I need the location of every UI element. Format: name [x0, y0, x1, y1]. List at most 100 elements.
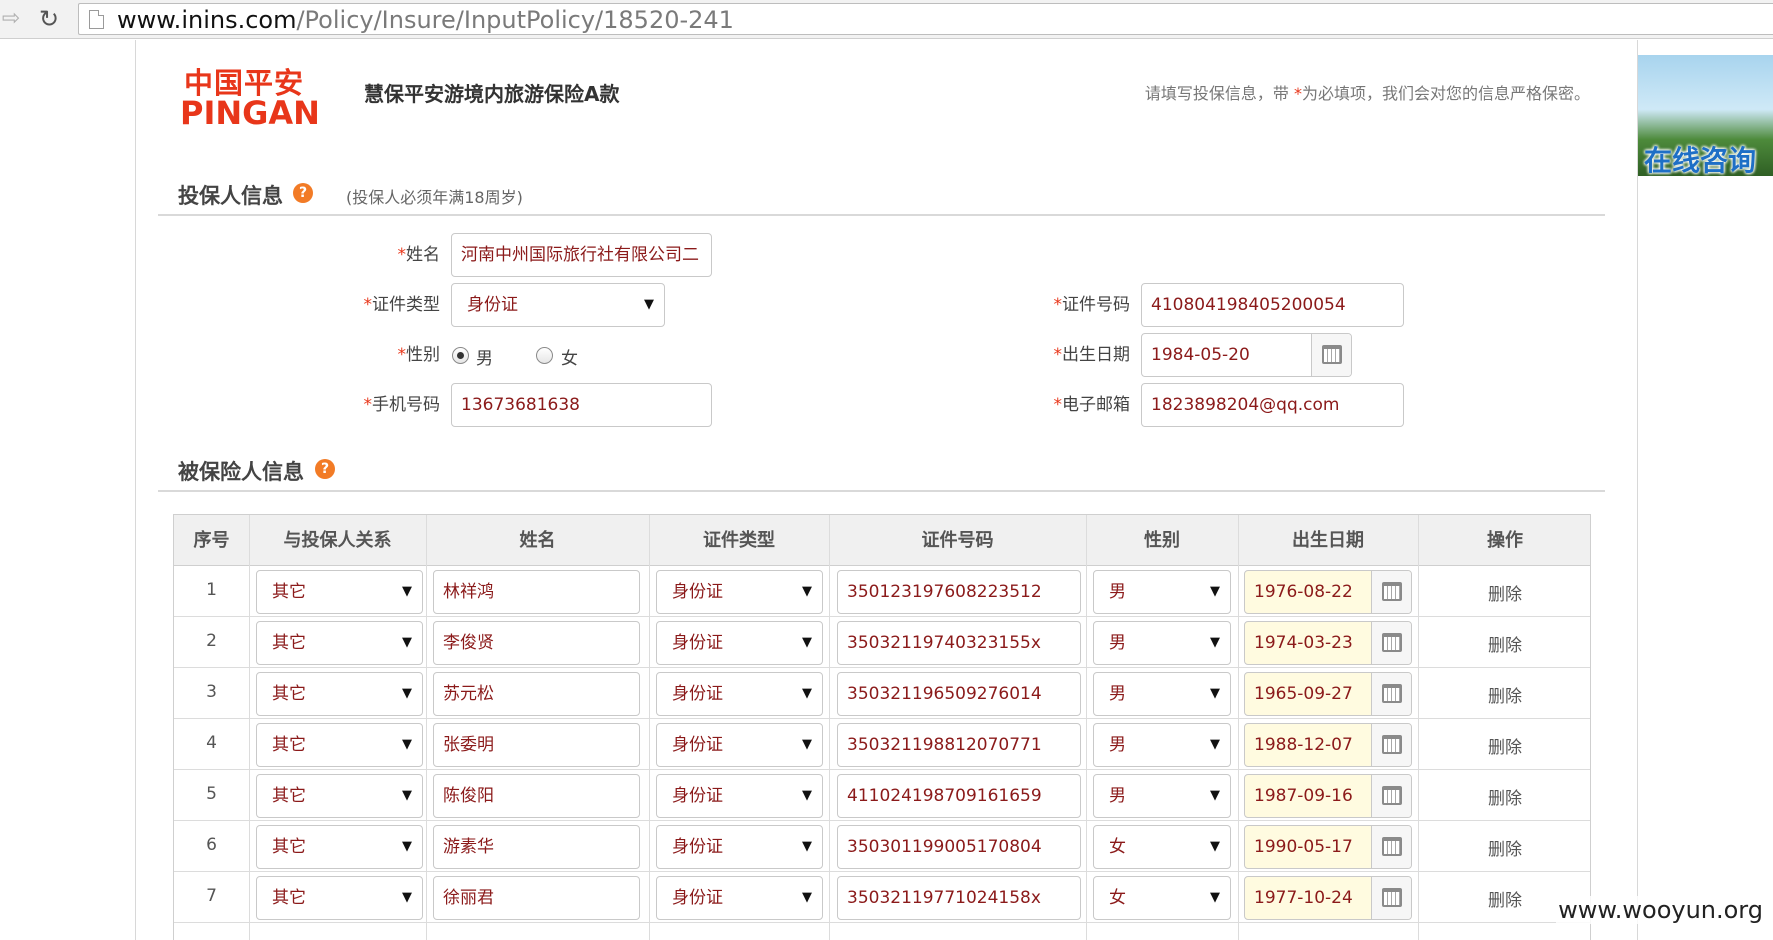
id-type-value: 身份证	[672, 888, 723, 908]
relation-select[interactable]: 其它 ▼	[256, 825, 423, 869]
reload-icon[interactable]: ↻	[36, 6, 62, 32]
delete-link[interactable]: 删除	[1418, 784, 1590, 809]
help-icon[interactable]: ?	[315, 459, 335, 479]
insured-birth-date[interactable]: 1988-12-07	[1244, 723, 1412, 767]
insured-birth-date[interactable]: 1974-03-23	[1244, 621, 1412, 665]
insured-name-input[interactable]: 林祥鸿	[433, 570, 640, 614]
applicant-phone-input[interactable]: 13673681638	[451, 383, 712, 427]
insured-birth-date[interactable]: 1990-05-17	[1244, 825, 1412, 869]
dropdown-arrow-icon: ▼	[1210, 788, 1220, 803]
applicant-birth-date[interactable]: 1984-05-20	[1141, 333, 1352, 377]
address-bar[interactable]: www.inins.com/Policy/Insure/InputPolicy/…	[78, 3, 1773, 35]
insured-gender-select[interactable]: 男 ▼	[1093, 672, 1231, 716]
birth-date-value[interactable]: 1974-03-23	[1245, 622, 1362, 664]
birth-date-value[interactable]: 1976-08-22	[1245, 571, 1362, 613]
insured-birth-date[interactable]: 1987-09-16	[1244, 774, 1412, 818]
insured-table-header: 序号 与投保人关系 姓名 证件类型 证件号码 性别 出生日期 操作	[174, 515, 1590, 566]
gender-male-label[interactable]: 男	[476, 344, 493, 369]
gender-male-radio[interactable]	[452, 347, 469, 364]
product-title: 慧保平安游境内旅游保险A款	[364, 82, 620, 106]
applicant-email-input[interactable]: 1823898204@qq.com	[1141, 383, 1404, 427]
insured-gender-select[interactable]: 男 ▼	[1093, 723, 1231, 767]
relation-select[interactable]: 其它 ▼	[256, 621, 423, 665]
insured-birth-date[interactable]: 1965-09-27	[1244, 672, 1412, 716]
relation-select[interactable]: 其它 ▼	[256, 570, 423, 614]
online-consult-banner[interactable]: 在线咨询	[1638, 55, 1773, 176]
row-divider	[174, 922, 1590, 923]
insured-birth-date[interactable]: 1977-10-24	[1244, 876, 1412, 920]
delete-link[interactable]: 删除	[1418, 580, 1590, 605]
calendar-button[interactable]	[1371, 622, 1411, 664]
table-row: 6 其它 ▼ 游素华 身份证 ▼ 350301199005170804 女 ▼ 1990-05-1…	[174, 821, 1590, 872]
insured-id-type-select[interactable]: 身份证 ▼	[656, 621, 823, 665]
insured-name-input[interactable]: 游素华	[433, 825, 640, 869]
row-divider	[174, 769, 1590, 770]
back-arrow-icon[interactable]: ⇨	[0, 6, 22, 32]
online-consult-label: 在线咨询	[1644, 144, 1757, 176]
insured-name-input[interactable]: 张委明	[433, 723, 640, 767]
dropdown-arrow-icon: ▼	[802, 788, 812, 803]
insured-id-number-input[interactable]: 350123197608223512	[837, 570, 1081, 614]
relation-select[interactable]: 其它 ▼	[256, 672, 423, 716]
relation-select[interactable]: 其它 ▼	[256, 876, 423, 920]
dropdown-arrow-icon: ▼	[1210, 584, 1220, 599]
birth-date-value[interactable]: 1977-10-24	[1245, 877, 1362, 919]
delete-link[interactable]: 删除	[1418, 631, 1590, 656]
applicant-id-type-select[interactable]: 身份证 ▼	[451, 283, 665, 327]
calendar-button[interactable]	[1371, 775, 1411, 817]
birth-date-value[interactable]: 1984-05-20	[1142, 334, 1259, 376]
table-row: 7 其它 ▼ 徐丽君 身份证 ▼ 35032119771024158x 女 ▼ 1977-10-2…	[174, 872, 1590, 923]
insured-id-number-input[interactable]: 411024198709161659	[837, 774, 1081, 818]
insured-id-type-select[interactable]: 身份证 ▼	[656, 723, 823, 767]
insured-id-number-input[interactable]: 350321198812070771	[837, 723, 1081, 767]
column-divider	[249, 515, 250, 940]
insured-gender-select[interactable]: 女 ▼	[1093, 876, 1231, 920]
insured-name-input[interactable]: 李俊贤	[433, 621, 640, 665]
insured-id-number-input[interactable]: 350301199005170804	[837, 825, 1081, 869]
calendar-button[interactable]	[1371, 571, 1411, 613]
insured-gender-select[interactable]: 男 ▼	[1093, 621, 1231, 665]
insured-id-type-select[interactable]: 身份证 ▼	[656, 825, 823, 869]
insured-name-input[interactable]: 徐丽君	[433, 876, 640, 920]
table-row: 5 其它 ▼ 陈俊阳 身份证 ▼ 411024198709161659 男 ▼ 1987-09-1…	[174, 770, 1590, 821]
insured-id-type-select[interactable]: 身份证 ▼	[656, 570, 823, 614]
url-text[interactable]: www.inins.com/Policy/Insure/InputPolicy/…	[117, 5, 734, 35]
birth-date-value[interactable]: 1965-09-27	[1245, 673, 1362, 715]
column-divider	[829, 515, 830, 940]
calendar-button[interactable]	[1371, 877, 1411, 919]
birth-date-value[interactable]: 1990-05-17	[1245, 826, 1362, 868]
delete-link[interactable]: 删除	[1418, 733, 1590, 758]
applicant-name-input[interactable]: 河南中州国际旅行社有限公司二	[451, 233, 712, 277]
calendar-button[interactable]	[1311, 334, 1351, 376]
insured-id-number-input[interactable]: 35032119771024158x	[837, 876, 1081, 920]
relation-select[interactable]: 其它 ▼	[256, 774, 423, 818]
birth-date-value[interactable]: 1987-09-16	[1245, 775, 1362, 817]
section-divider	[158, 490, 1605, 492]
insured-id-number-input[interactable]: 35032119740323155x	[837, 621, 1081, 665]
insured-gender-select[interactable]: 女 ▼	[1093, 825, 1231, 869]
insured-gender-select[interactable]: 男 ▼	[1093, 774, 1231, 818]
insured-birth-date[interactable]: 1976-08-22	[1244, 570, 1412, 614]
insured-id-type-select[interactable]: 身份证 ▼	[656, 876, 823, 920]
gender-female-label[interactable]: 女	[561, 344, 578, 369]
help-icon[interactable]: ?	[293, 183, 313, 203]
insured-name-input[interactable]: 陈俊阳	[433, 774, 640, 818]
relation-select[interactable]: 其它 ▼	[256, 723, 423, 767]
insured-gender-select[interactable]: 男 ▼	[1093, 570, 1231, 614]
applicant-id-number-input[interactable]: 410804198405200054	[1141, 283, 1404, 327]
calendar-button[interactable]	[1371, 673, 1411, 715]
column-divider	[1418, 515, 1419, 940]
insured-id-number-input[interactable]: 350321196509276014	[837, 672, 1081, 716]
dropdown-arrow-icon: ▼	[402, 584, 412, 599]
dropdown-arrow-icon: ▼	[644, 297, 654, 312]
calendar-button[interactable]	[1371, 826, 1411, 868]
gender-female-radio[interactable]	[536, 347, 553, 364]
birth-date-value[interactable]: 1988-12-07	[1245, 724, 1362, 766]
delete-link[interactable]: 删除	[1418, 835, 1590, 860]
insured-id-type-select[interactable]: 身份证 ▼	[656, 774, 823, 818]
calendar-button[interactable]	[1371, 724, 1411, 766]
insured-id-type-select[interactable]: 身份证 ▼	[656, 672, 823, 716]
pingan-logo[interactable]: 中国平安 PINGAN	[180, 60, 330, 132]
insured-name-input[interactable]: 苏元松	[433, 672, 640, 716]
delete-link[interactable]: 删除	[1418, 682, 1590, 707]
